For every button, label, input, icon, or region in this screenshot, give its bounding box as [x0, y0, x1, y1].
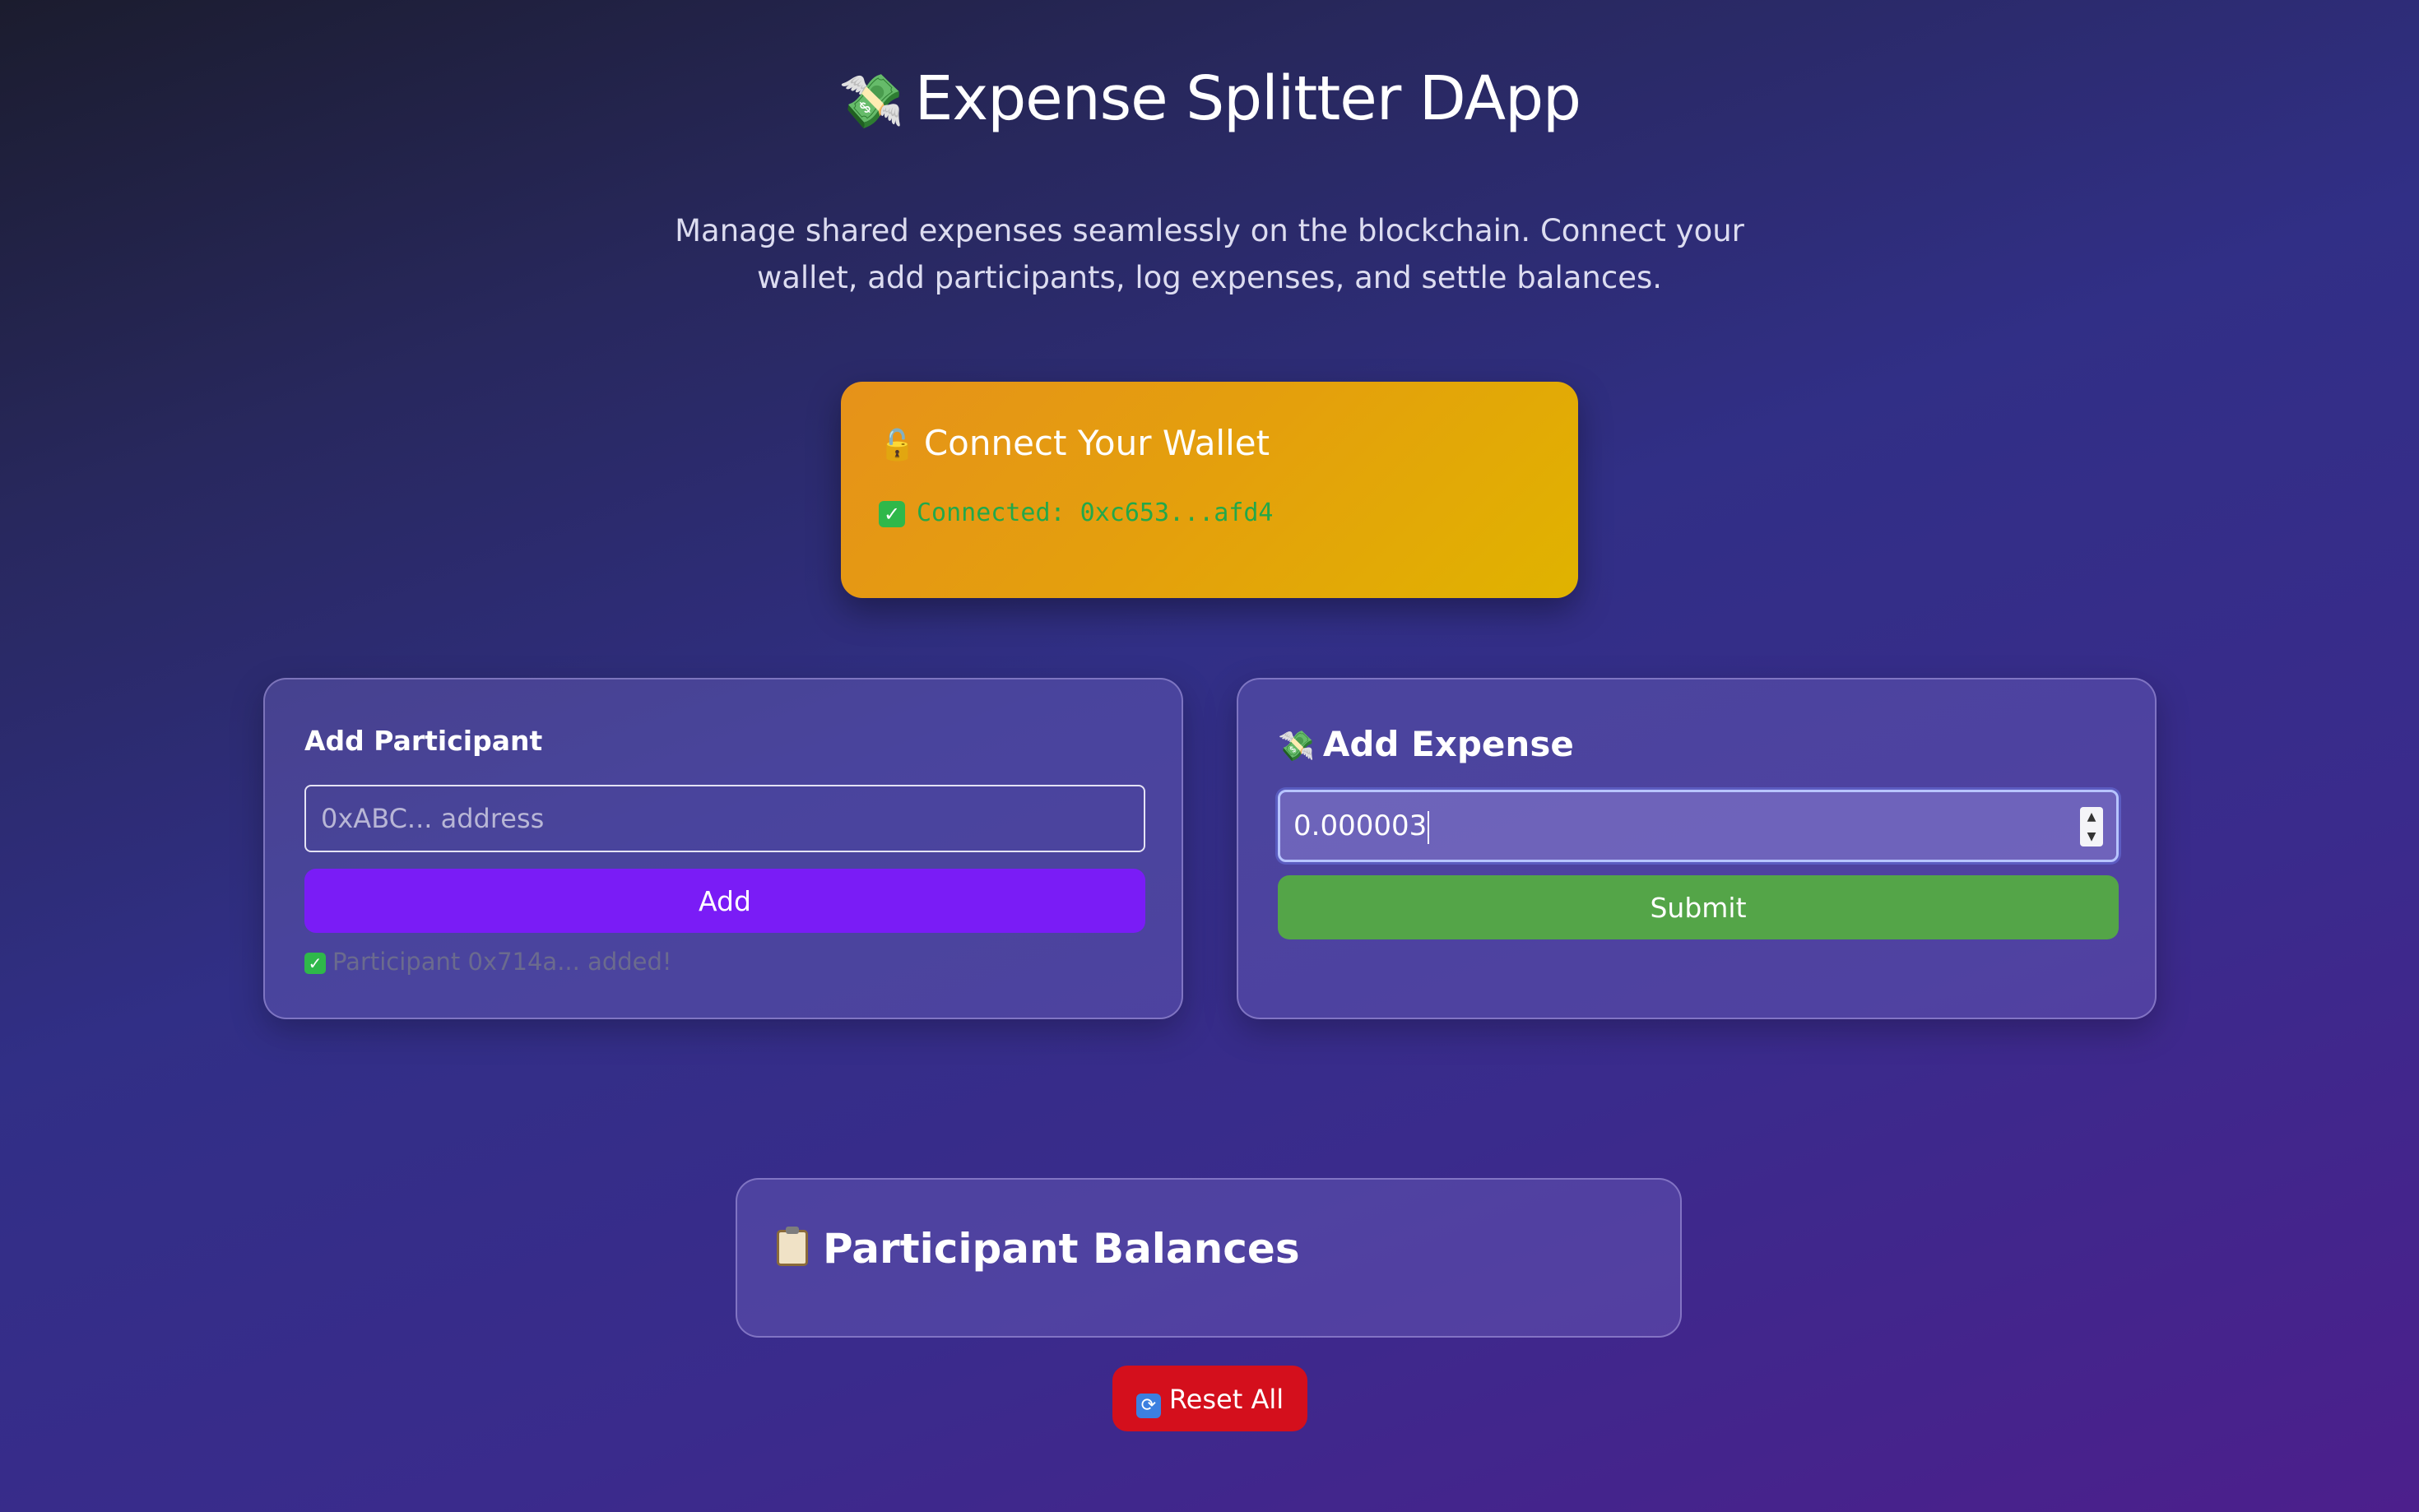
text-caret	[1428, 810, 1430, 844]
add-participant-panel: Add Participant Add ✓ Participant 0x714a.…	[263, 678, 1183, 1019]
money-wings-icon: 💸	[838, 72, 904, 132]
wallet-status-text: Connected: 0xc653...afd4	[917, 499, 1274, 527]
money-wings-icon: 💸	[1278, 730, 1315, 763]
add-participant-title: Add Participant	[304, 725, 543, 757]
clipboard-icon	[777, 1227, 808, 1266]
page-title-text: Expense Splitter DApp	[914, 63, 1581, 134]
expense-amount-input[interactable]: 0.000003 ▲ ▼	[1278, 790, 2119, 862]
check-icon: ✓	[304, 953, 326, 974]
add-expense-panel: 💸 Add Expense 0.000003 ▲ ▼ Submit	[1237, 678, 2157, 1019]
participant-balances-title: Participant Balances	[777, 1217, 1300, 1280]
submit-expense-button[interactable]: Submit	[1278, 875, 2119, 939]
add-expense-title: 💸 Add Expense	[1278, 717, 1574, 772]
refresh-icon: ⟳	[1135, 1394, 1161, 1418]
check-icon: ✓	[879, 500, 905, 527]
participant-address-input[interactable]	[304, 785, 1145, 852]
amount-stepper[interactable]: ▲ ▼	[2080, 807, 2103, 846]
unlock-icon: 🔓	[879, 429, 916, 462]
participant-balances-card: Participant Balances	[736, 1178, 1682, 1338]
reset-all-label: Reset All	[1168, 1384, 1284, 1415]
expense-amount-value: 0.000003	[1293, 792, 1430, 860]
wallet-title-text: Connect Your Wallet	[923, 423, 1270, 463]
add-expense-title-text: Add Expense	[1322, 724, 1574, 764]
page-title: 💸 Expense Splitter DApp	[0, 58, 2419, 140]
balances-title-text: Participant Balances	[823, 1225, 1300, 1273]
participant-added-text: Participant 0x714a... added!	[332, 948, 672, 976]
wallet-card: 🔓 Connect Your Wallet ✓ Connected: 0xc653.…	[841, 382, 1578, 598]
add-participant-button[interactable]: Add	[304, 869, 1145, 933]
page-subtitle: Manage shared expenses seamlessly on the…	[675, 213, 1744, 295]
reset-all-button[interactable]: ⟳ Reset All	[1112, 1366, 1307, 1431]
participant-added-message: ✓ Participant 0x714a... added!	[304, 943, 672, 981]
wallet-card-title[interactable]: 🔓 Connect Your Wallet	[879, 415, 1270, 472]
stepper-down-icon[interactable]: ▼	[2080, 827, 2103, 846]
stepper-up-icon[interactable]: ▲	[2080, 807, 2103, 827]
wallet-connected-status: ✓ Connected: 0xc653...afd4	[879, 489, 1273, 538]
